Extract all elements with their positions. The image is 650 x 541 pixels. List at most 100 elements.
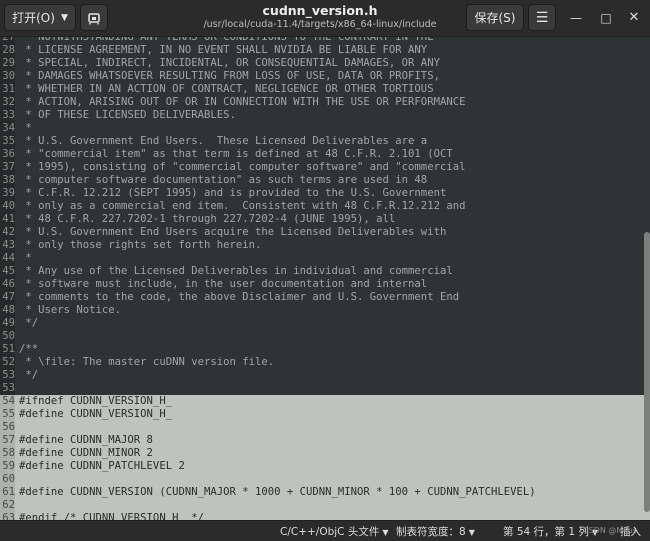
maximize-icon[interactable]: □ [598,10,614,26]
new-document-button[interactable] [80,4,108,31]
new-document-icon [88,12,100,24]
line-number: 63 [0,512,15,520]
code-line[interactable]: 63 #endif /* CUDNN_VERSION_H_ */ [0,512,650,520]
line-number: 36 [2,148,15,160]
line-text: #define CUDNN_MINOR 2 [19,447,153,459]
hamburger-menu-icon: ☰ [535,9,549,26]
line-number: 47 [2,291,15,303]
code-line[interactable]: 30 * DAMAGES WHATSOEVER RESULTING FROM L… [0,70,650,83]
code-line[interactable]: 46 * software must include, in the user … [0,278,650,291]
language-selector[interactable]: C/C++/ObjC 头文件 ▼ [280,524,389,539]
code-editor[interactable]: 27 * NOTWITHSTANDING ANY TERMS OR CONDIT… [0,37,650,520]
line-number: 60 [0,473,15,486]
code-line[interactable]: 41 * 48 C.F.R. 227.7202-1 through 227.72… [0,213,650,226]
code-line[interactable]: 37 * 1995), consisting of "commercial co… [0,161,650,174]
code-line[interactable]: 27 * NOTWITHSTANDING ANY TERMS OR CONDIT… [0,37,650,44]
code-line[interactable]: 38 * computer software documentation" as… [0,174,650,187]
open-button[interactable]: 打开(O) ▼ [4,4,76,31]
line-number: 42 [2,226,15,238]
line-text: * 1995), consisting of "commercial compu… [19,161,466,173]
code-line[interactable]: 58 #define CUDNN_MINOR 2 [0,447,650,460]
line-number: 35 [2,135,15,147]
code-line[interactable]: 53 [0,382,650,395]
code-line[interactable]: 35 * U.S. Government End Users. These Li… [0,135,650,148]
line-number: 53 [2,382,15,394]
line-text: */ [19,317,39,329]
code-line[interactable]: 43 * only those rights set forth herein. [0,239,650,252]
save-button[interactable]: 保存(S) [466,4,524,31]
code-line[interactable]: 49 */ [0,317,650,330]
header-bar: 打开(O) ▼ cudnn_version.h /usr/local/cuda-… [0,0,650,37]
code-line[interactable]: 33 * OF THESE LICENSED DELIVERABLES. [0,109,650,122]
code-line[interactable]: 32 * ACTION, ARISING OUT OF OR IN CONNEC… [0,96,650,109]
line-text: #define CUDNN_VERSION (CUDNN_MAJOR * 100… [19,486,536,498]
line-number: 55 [0,408,15,421]
line-number: 31 [2,83,15,95]
code-line[interactable]: 28 * LICENSE AGREEMENT, IN NO EVENT SHAL… [0,44,650,57]
line-text: * [19,252,32,264]
open-button-label: 打开(O) [12,11,55,25]
line-number: 38 [2,174,15,186]
line-text: * U.S. Government End Users acquire the … [19,226,447,238]
code-line[interactable]: 40 * only as a commercial end item. Cons… [0,200,650,213]
code-line[interactable]: 59 #define CUDNN_PATCHLEVEL 2 [0,460,650,473]
language-label: C/C++/ObjC 头文件 [280,526,380,538]
code-line[interactable]: 61 #define CUDNN_VERSION (CUDNN_MAJOR * 1… [0,486,650,499]
code-line[interactable]: 53 */ [0,369,650,382]
line-number: 50 [2,330,15,342]
minimize-icon[interactable]: — [568,10,584,26]
line-number: 62 [0,499,15,512]
line-text: * 48 C.F.R. 227.7202-1 through 227.7202-… [19,213,396,225]
code-line[interactable]: 56 [0,421,650,434]
code-line[interactable]: 36 * "commercial item" as that term is d… [0,148,650,161]
insert-mode-indicator[interactable]: 插入 [620,524,641,539]
line-number: 61 [0,486,15,499]
close-icon[interactable]: ✕ [626,10,642,26]
code-line[interactable]: 62 [0,499,650,512]
tab-width-label: 制表符宽度：8 [396,526,466,538]
line-number: 40 [2,200,15,212]
line-text: * only those rights set forth herein. [19,239,262,251]
code-line[interactable]: 57 #define CUDNN_MAJOR 8 [0,434,650,447]
code-line[interactable]: 42 * U.S. Government End Users acquire t… [0,226,650,239]
text-editor-window: 打开(O) ▼ cudnn_version.h /usr/local/cuda-… [0,0,650,541]
line-text: */ [19,369,39,381]
code-line[interactable]: 52 * \file: The master cuDNN version fil… [0,356,650,369]
line-text: * software must include, in the user doc… [19,278,428,290]
line-number: 52 [2,356,15,368]
code-line[interactable]: 39 * C.F.R. 12.212 (SEPT 1995) and is pr… [0,187,650,200]
code-line[interactable]: 34 * [0,122,650,135]
code-line[interactable]: 44 * [0,252,650,265]
document-path: /usr/local/cuda-11.4/targets/x86_64-linu… [203,19,437,30]
status-bar: C/C++/ObjC 头文件 ▼ 制表符宽度：8 ▼ 第 54 行，第 1 列 ▼ C… [0,520,650,541]
code-line[interactable]: 54 #ifndef CUDNN_VERSION_H_ [0,395,650,408]
line-number: 54 [0,395,15,408]
code-line[interactable]: 45 * Any use of the Licensed Deliverable… [0,265,650,278]
line-text: #ifndef CUDNN_VERSION_H_ [19,395,173,407]
line-number: 48 [2,304,15,316]
chevron-down-icon: ▼ [382,528,389,537]
code-line[interactable]: 51 /** [0,343,650,356]
line-number: 30 [2,70,15,82]
line-number: 56 [0,421,15,434]
code-line[interactable]: 48 * Users Notice. [0,304,650,317]
code-line[interactable]: 55 #define CUDNN_VERSION_H_ [0,408,650,421]
vertical-scrollbar[interactable] [644,232,650,512]
code-line[interactable]: 29 * SPECIAL, INDIRECT, INCIDENTAL, OR C… [0,57,650,70]
line-text: #endif /* CUDNN_VERSION_H_ */ [19,512,204,520]
code-line[interactable]: 47 * comments to the code, the above Dis… [0,291,650,304]
code-line[interactable]: 50 [0,330,650,343]
code-line[interactable]: 31 * WHETHER IN AN ACTION OF CONTRACT, N… [0,83,650,96]
line-text: * [19,122,32,134]
line-text: * Any use of the Licensed Deliverables i… [19,265,453,277]
line-text: #define CUDNN_MAJOR 8 [19,434,153,446]
hamburger-menu-button[interactable]: ☰ [528,4,556,31]
line-text: * comments to the code, the above Discla… [19,291,460,303]
tab-width-selector[interactable]: 制表符宽度：8 ▼ [396,524,475,539]
line-number: 29 [2,57,15,69]
line-number: 34 [2,122,15,134]
line-number: 45 [2,265,15,277]
chevron-down-icon: ▼ [468,528,475,537]
line-number: 46 [2,278,15,290]
code-line[interactable]: 60 [0,473,650,486]
